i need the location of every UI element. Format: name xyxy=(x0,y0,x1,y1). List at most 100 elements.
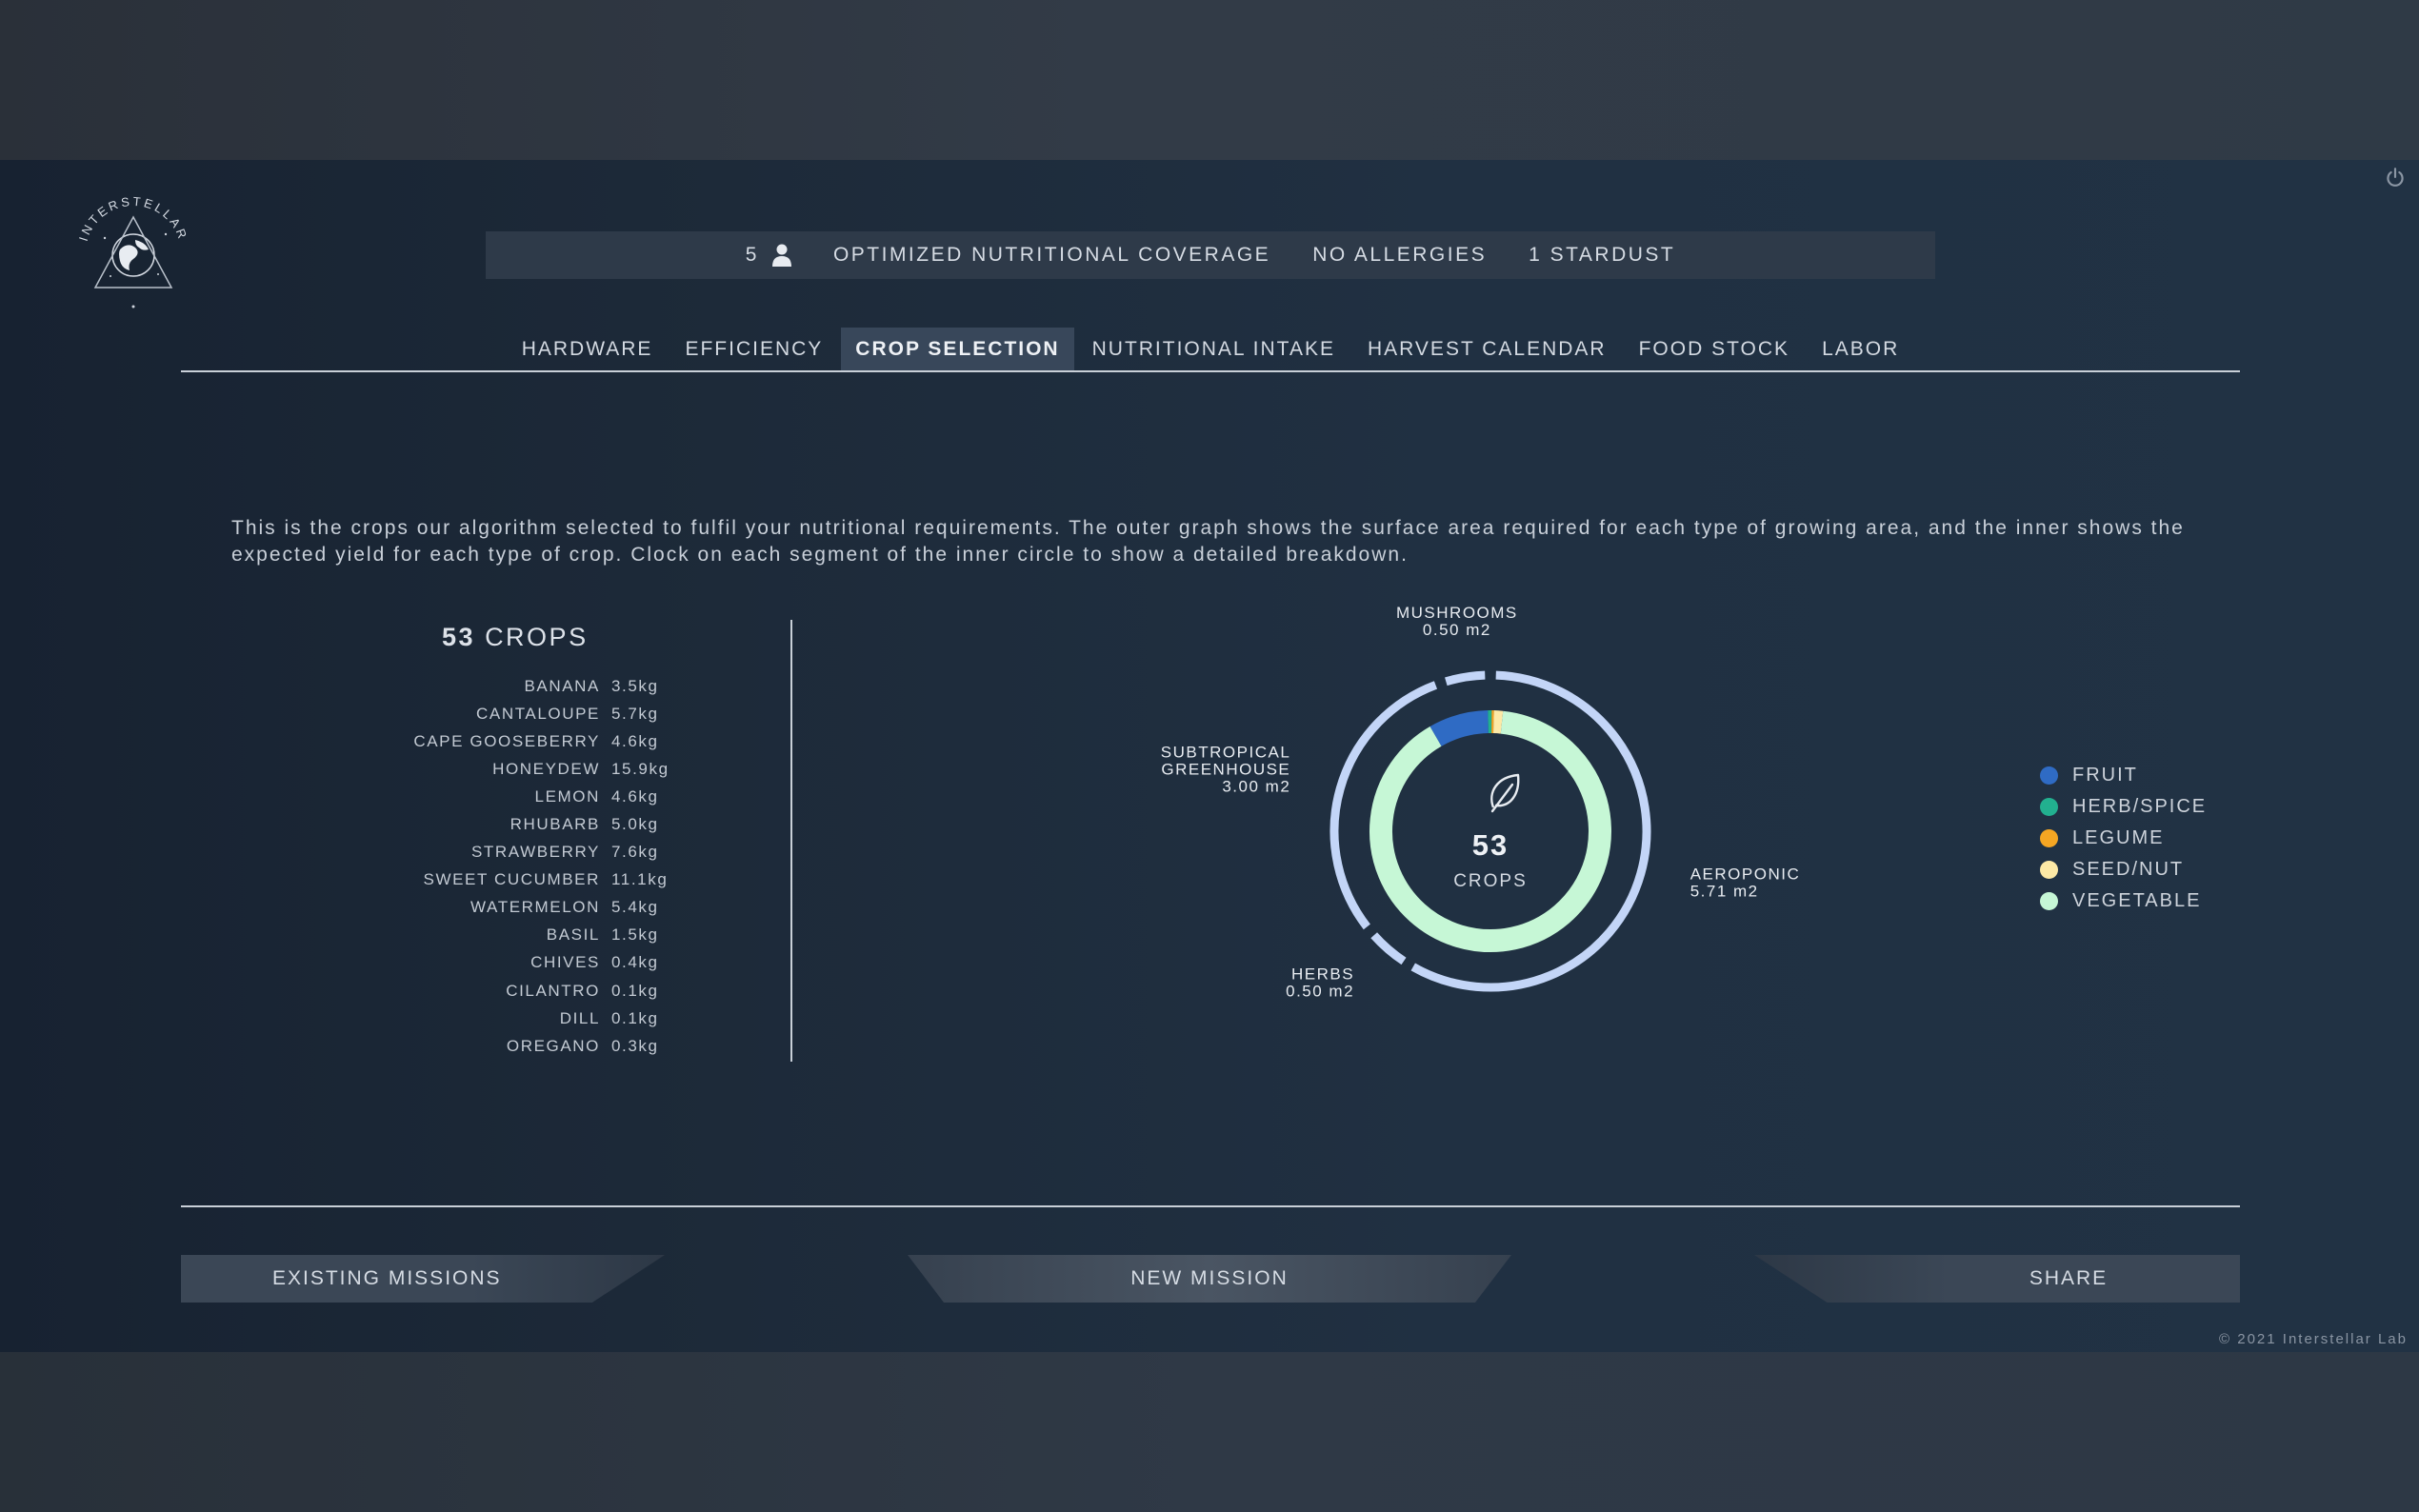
list-item: HONEYDEW 15.9kg xyxy=(362,755,743,783)
crops-count-label: CROPS xyxy=(485,623,589,651)
list-item: BANANA 3.5kg xyxy=(362,672,743,700)
outer-label-value: 5.71 m2 xyxy=(1690,883,1759,901)
crop-yield: 0.1kg xyxy=(611,981,659,1000)
outer-label-name: AEROPONIC xyxy=(1690,865,1801,884)
top-backdrop xyxy=(0,0,2419,160)
legend-item-legume[interactable]: LEGUME xyxy=(2040,823,2207,854)
center-crop-count: 53 xyxy=(1472,828,1509,862)
crop-name: OREGANO xyxy=(506,1036,600,1055)
crop-name: DILL xyxy=(559,1008,600,1027)
interstellar-logo[interactable]: INTERSTELLAR xyxy=(67,189,200,312)
crop-yield: 0.3kg xyxy=(611,1036,659,1055)
bottom-backdrop xyxy=(0,1352,2419,1512)
outer-segment-herbs[interactable] xyxy=(1370,932,1407,965)
legend-swatch xyxy=(2040,892,2058,910)
crops-count: 53 xyxy=(442,623,476,651)
crop-yield: 4.6kg xyxy=(611,786,659,806)
mission-summary-bar: 5 OPTIMIZED NUTRITIONAL COVERAGE NO ALLE… xyxy=(486,231,1935,279)
crew-count: 5 xyxy=(746,244,791,267)
section-tabs: HARDWARE EFFICIENCY CROP SELECTION NUTRI… xyxy=(181,328,2240,371)
stardust-label: 1 STARDUST xyxy=(1529,244,1676,266)
crop-name: HONEYDEW xyxy=(492,759,600,778)
crew-count-value: 5 xyxy=(745,244,759,266)
tabs-divider xyxy=(181,370,2240,372)
tab-hardware[interactable]: HARDWARE xyxy=(508,328,668,371)
legend-label: VEGETABLE xyxy=(2072,890,2202,911)
crop-list: BANANA 3.5kg CANTALOUPE 5.7kg CAPE GOOSEBE… xyxy=(362,672,743,1060)
list-item: CHIVES 0.4kg xyxy=(362,949,743,977)
list-chart-divider xyxy=(790,620,792,1062)
crop-yield: 0.4kg xyxy=(611,953,659,972)
crop-name: CILANTRO xyxy=(506,981,600,1000)
inner-segment-fruit[interactable] xyxy=(1429,710,1489,746)
crop-yield: 3.5kg xyxy=(611,676,659,695)
list-item: DILL 0.1kg xyxy=(362,1005,743,1032)
crop-name: LEMON xyxy=(534,786,600,806)
outer-label-value: 0.50 m2 xyxy=(1423,621,1491,639)
outer-label-name: MUSHROOMS xyxy=(1396,604,1518,622)
share-button[interactable]: SHARE xyxy=(1754,1255,2240,1303)
existing-missions-button[interactable]: EXISTING MISSIONS xyxy=(181,1255,665,1303)
allergies-label: NO ALLERGIES xyxy=(1312,244,1488,266)
chart-legend: FRUIT HERB/SPICE LEGUME SEED/NUT VEGETAB… xyxy=(2040,760,2207,917)
tab-crop-selection[interactable]: CROP SELECTION xyxy=(841,328,1074,371)
crop-selection-description: This is the crops our algorithm selected… xyxy=(231,517,2185,566)
crop-yield: 5.0kg xyxy=(611,815,659,834)
legend-label: LEGUME xyxy=(2072,827,2165,848)
donut-svg: AEROPONIC5.71 m2HERBS0.50 m2SUBTROPICALG… xyxy=(1161,604,1801,1001)
share-label: SHARE xyxy=(2029,1267,2109,1289)
center-crop-label: CROPS xyxy=(1453,871,1528,891)
list-item: OREGANO 0.3kg xyxy=(362,1032,743,1060)
crop-name: CHIVES xyxy=(530,953,600,972)
crop-yield: 7.6kg xyxy=(611,843,659,862)
list-item: CAPE GOOSEBERRY 4.6kg xyxy=(362,727,743,755)
new-mission-label: NEW MISSION xyxy=(1130,1267,1289,1289)
legend-item-herb-spice[interactable]: HERB/SPICE xyxy=(2040,791,2207,823)
footer-divider xyxy=(181,1205,2240,1207)
crop-yield: 1.5kg xyxy=(611,925,659,945)
new-mission-button[interactable]: NEW MISSION xyxy=(908,1255,1511,1303)
outer-label-name: SUBTROPICAL xyxy=(1161,743,1290,761)
existing-missions-label: EXISTING MISSIONS xyxy=(272,1267,502,1289)
crop-name: CANTALOUPE xyxy=(476,704,600,723)
crop-donut-chart: AEROPONIC 5.71 m2 HERBS 0.50 m2 SUBTROPICAL G… xyxy=(1143,604,2000,1085)
list-item: SWEET CUCUMBER 11.1kg xyxy=(362,866,743,894)
crop-yield: 5.4kg xyxy=(611,898,659,917)
list-item: LEMON 4.6kg xyxy=(362,783,743,810)
person-icon xyxy=(771,244,791,267)
tab-nutritional-intake[interactable]: NUTRITIONAL INTAKE xyxy=(1078,328,1349,371)
tab-labor[interactable]: LABOR xyxy=(1808,328,1913,371)
crop-yield: 11.1kg xyxy=(611,870,669,889)
legend-item-fruit[interactable]: FRUIT xyxy=(2040,760,2207,791)
legend-swatch xyxy=(2040,861,2058,879)
legend-label: SEED/NUT xyxy=(2072,859,2185,880)
legend-swatch xyxy=(2040,798,2058,816)
legend-item-vegetable[interactable]: VEGETABLE xyxy=(2040,885,2207,917)
crop-name: STRAWBERRY xyxy=(470,843,600,862)
leaf-icon xyxy=(1490,773,1520,813)
inner-segment-seed-nut[interactable] xyxy=(1492,710,1504,734)
list-item: STRAWBERRY 7.6kg xyxy=(362,839,743,866)
list-item: CANTALOUPE 5.7kg xyxy=(362,700,743,727)
crop-yield: 0.1kg xyxy=(611,1008,659,1027)
tab-efficiency[interactable]: EFFICIENCY xyxy=(670,328,837,371)
crop-yield: 4.6kg xyxy=(611,731,659,750)
copyright: © 2021 Interstellar Lab xyxy=(2219,1331,2408,1347)
coverage-label: OPTIMIZED NUTRITIONAL COVERAGE xyxy=(832,244,1271,266)
crop-name: RHUBARB xyxy=(510,815,600,834)
legend-item-seed-nut[interactable]: SEED/NUT xyxy=(2040,854,2207,885)
legend-swatch xyxy=(2040,829,2058,847)
power-icon[interactable] xyxy=(2383,166,2408,190)
tab-harvest-calendar[interactable]: HARVEST CALENDAR xyxy=(1353,328,1621,371)
legend-swatch xyxy=(2040,766,2058,785)
outer-label-value: 0.50 m2 xyxy=(1286,983,1354,1001)
outer-segment-mushrooms[interactable] xyxy=(1445,670,1486,686)
crops-count-title: 53 CROPS xyxy=(442,623,589,652)
tab-food-stock[interactable]: FOOD STOCK xyxy=(1625,328,1804,371)
legend-label: HERB/SPICE xyxy=(2072,796,2208,817)
list-item: WATERMELON 5.4kg xyxy=(362,894,743,922)
crop-name: WATERMELON xyxy=(470,898,600,917)
outer-label-name: HERBS xyxy=(1291,965,1354,984)
list-item: RHUBARB 5.0kg xyxy=(362,810,743,838)
crop-name: SWEET CUCUMBER xyxy=(423,870,600,889)
